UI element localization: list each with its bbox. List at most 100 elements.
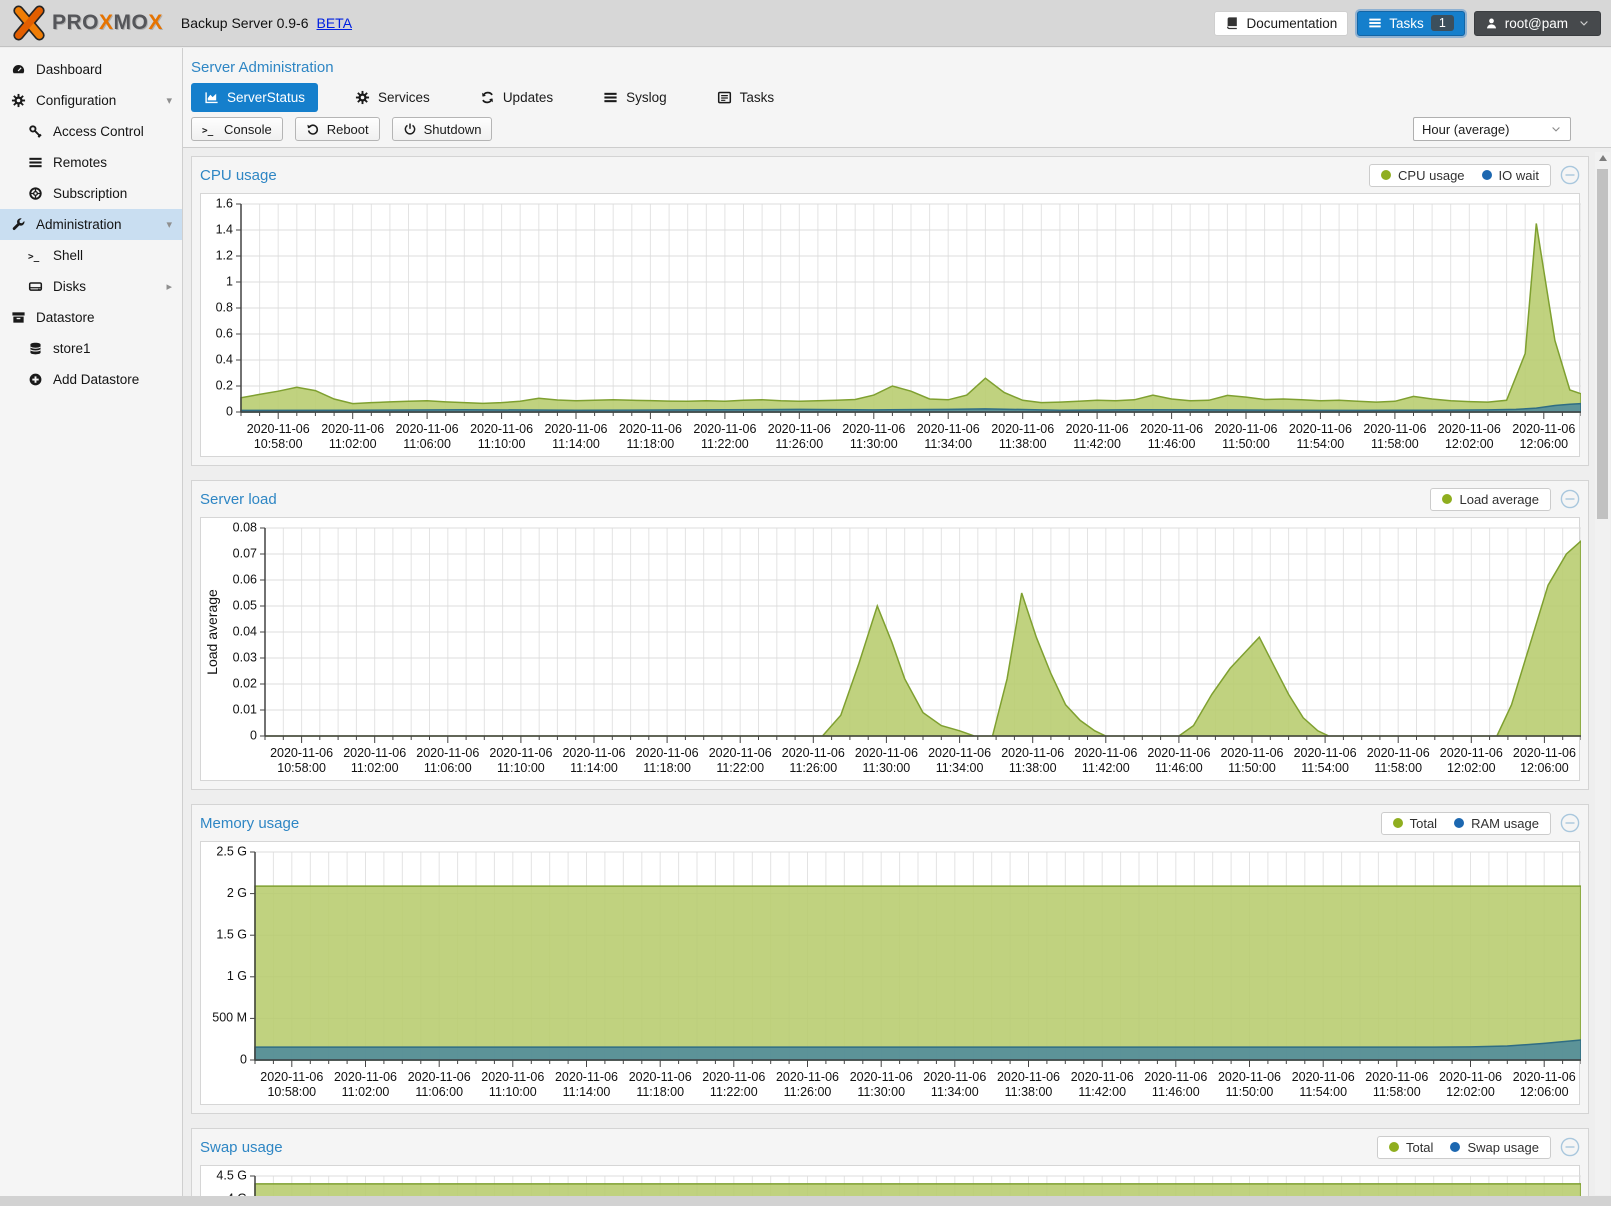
collapse-panel-icon[interactable] bbox=[1560, 813, 1580, 833]
sidebar-item-access-control[interactable]: Access Control bbox=[0, 116, 182, 147]
sidebar-item-label: Add Datastore bbox=[53, 372, 139, 387]
legend-dot-icon bbox=[1389, 1142, 1399, 1152]
svg-text:1.2: 1.2 bbox=[216, 248, 233, 262]
svg-text:2020-11-06: 2020-11-06 bbox=[1289, 422, 1352, 436]
chart-legend: Total RAM usage bbox=[1381, 812, 1551, 835]
svg-text:1: 1 bbox=[226, 274, 233, 288]
chart-legend: Total Swap usage bbox=[1377, 1136, 1551, 1159]
chevron-right-icon[interactable]: ▸ bbox=[166, 280, 172, 293]
tab-serverstatus[interactable]: ServerStatus bbox=[191, 83, 318, 112]
sidebar-item-disks[interactable]: Disks▸ bbox=[0, 271, 182, 302]
gauge-icon bbox=[10, 62, 27, 77]
svg-text:11:02:00: 11:02:00 bbox=[329, 437, 377, 451]
svg-text:11:06:00: 11:06:00 bbox=[424, 761, 472, 775]
svg-text:0.8: 0.8 bbox=[216, 300, 233, 314]
tasks-button[interactable]: Tasks 1 bbox=[1357, 11, 1464, 36]
svg-text:0.2: 0.2 bbox=[216, 378, 233, 392]
list-icon bbox=[27, 155, 44, 170]
collapse-panel-icon[interactable] bbox=[1560, 489, 1580, 509]
svg-text:11:42:00: 11:42:00 bbox=[1082, 761, 1130, 775]
proxmox-logo: PROXMOX bbox=[10, 5, 163, 41]
hdd-icon bbox=[27, 279, 44, 294]
legend-item-total[interactable]: Total bbox=[1393, 816, 1437, 831]
tab-updates[interactable]: Updates bbox=[467, 83, 566, 112]
app-window: PROXMOX Backup Server 0.9-6 BETA Documen… bbox=[0, 0, 1611, 1206]
svg-text:2.5 G: 2.5 G bbox=[216, 844, 247, 858]
documentation-button[interactable]: Documentation bbox=[1214, 11, 1348, 36]
time-range-select[interactable]: Hour (average) bbox=[1413, 117, 1571, 141]
tasks-count-badge: 1 bbox=[1431, 15, 1454, 31]
wrench-icon bbox=[10, 217, 27, 232]
svg-text:2020-11-06: 2020-11-06 bbox=[562, 746, 625, 760]
svg-text:11:50:00: 11:50:00 bbox=[1222, 437, 1270, 451]
legend-item-total[interactable]: Total bbox=[1389, 1140, 1433, 1155]
chevron-down-icon[interactable]: ▾ bbox=[166, 218, 172, 231]
svg-text:11:58:00: 11:58:00 bbox=[1373, 1085, 1421, 1099]
svg-text:10:58:00: 10:58:00 bbox=[254, 437, 303, 451]
vertical-scrollbar[interactable] bbox=[1595, 152, 1610, 1195]
svg-text:0: 0 bbox=[250, 728, 257, 742]
user-menu-button[interactable]: root@pam bbox=[1474, 11, 1601, 36]
collapse-panel-icon[interactable] bbox=[1560, 165, 1580, 185]
chart-panel-title: CPU usage bbox=[200, 167, 277, 184]
tab-label: Updates bbox=[503, 90, 553, 105]
sidebar-item-subscription[interactable]: Subscription bbox=[0, 178, 182, 209]
svg-text:11:38:00: 11:38:00 bbox=[1009, 761, 1057, 775]
svg-text:11:02:00: 11:02:00 bbox=[351, 761, 399, 775]
sidebar-item-datastore[interactable]: Datastore bbox=[0, 302, 182, 333]
legend-label: RAM usage bbox=[1471, 816, 1539, 831]
svg-text:2020-11-06: 2020-11-06 bbox=[776, 1070, 839, 1084]
legend-item-load-average[interactable]: Load average bbox=[1442, 492, 1539, 507]
svg-text:1.5 G: 1.5 G bbox=[216, 927, 247, 941]
svg-text:12:02:00: 12:02:00 bbox=[1445, 437, 1494, 451]
main-content: Server Administration ServerStatusServic… bbox=[183, 48, 1611, 1196]
sidebar-item-administration[interactable]: Administration▾ bbox=[0, 209, 182, 240]
scrollbar-thumb[interactable] bbox=[1597, 169, 1608, 519]
sidebar-item-dashboard[interactable]: Dashboard bbox=[0, 54, 182, 85]
chevron-down-icon bbox=[1550, 123, 1562, 135]
chevron-down-icon[interactable]: ▾ bbox=[166, 94, 172, 107]
legend-item-ram-usage[interactable]: RAM usage bbox=[1454, 816, 1539, 831]
svg-text:2020-11-06: 2020-11-06 bbox=[636, 746, 699, 760]
sidebar-item-configuration[interactable]: Configuration▾ bbox=[0, 85, 182, 116]
shutdown-button[interactable]: Shutdown bbox=[392, 117, 493, 141]
list-icon bbox=[603, 90, 618, 105]
svg-text:>_: >_ bbox=[28, 251, 40, 262]
proxmox-wordmark: PROXMOX bbox=[52, 11, 163, 35]
tasks-icon bbox=[717, 90, 732, 105]
svg-text:2020-11-06: 2020-11-06 bbox=[408, 1070, 471, 1084]
svg-text:2020-11-06: 2020-11-06 bbox=[768, 422, 831, 436]
legend-item-io-wait[interactable]: IO wait bbox=[1482, 168, 1539, 183]
tab-services[interactable]: Services bbox=[342, 83, 443, 112]
svg-text:0.08: 0.08 bbox=[233, 520, 257, 534]
sidebar-item-remotes[interactable]: Remotes bbox=[0, 147, 182, 178]
scroll-up-arrow-icon[interactable] bbox=[1595, 155, 1610, 167]
svg-text:11:22:00: 11:22:00 bbox=[716, 761, 764, 775]
key-icon bbox=[27, 124, 44, 139]
chart-panel-header: Memory usage TotalRAM usage bbox=[192, 805, 1588, 841]
collapse-panel-icon[interactable] bbox=[1560, 1137, 1580, 1157]
svg-text:11:22:00: 11:22:00 bbox=[710, 1085, 758, 1099]
reboot-button[interactable]: Reboot bbox=[295, 117, 380, 141]
database-icon bbox=[27, 341, 44, 356]
chart-icon bbox=[204, 90, 219, 105]
sidebar-item-store1[interactable]: store1 bbox=[0, 333, 182, 364]
beta-link[interactable]: BETA bbox=[317, 15, 353, 31]
tab-label: Services bbox=[378, 90, 430, 105]
sidebar-item-shell[interactable]: >_Shell bbox=[0, 240, 182, 271]
svg-text:11:06:00: 11:06:00 bbox=[403, 437, 451, 451]
svg-text:0.07: 0.07 bbox=[233, 546, 257, 560]
svg-text:2020-11-06: 2020-11-06 bbox=[1440, 746, 1503, 760]
tab-tasks[interactable]: Tasks bbox=[704, 83, 788, 112]
user-icon bbox=[1485, 17, 1498, 30]
svg-text:>_: >_ bbox=[202, 125, 214, 136]
svg-text:0.06: 0.06 bbox=[233, 572, 257, 586]
svg-text:11:46:00: 11:46:00 bbox=[1148, 437, 1196, 451]
legend-item-swap-usage[interactable]: Swap usage bbox=[1450, 1140, 1539, 1155]
legend-item-cpu-usage[interactable]: CPU usage bbox=[1381, 168, 1464, 183]
sidebar-item-add-datastore[interactable]: Add Datastore bbox=[0, 364, 182, 395]
svg-text:2020-11-06: 2020-11-06 bbox=[842, 422, 905, 436]
console-button[interactable]: >_Console bbox=[191, 117, 283, 141]
svg-text:2020-11-06: 2020-11-06 bbox=[1214, 422, 1277, 436]
tab-syslog[interactable]: Syslog bbox=[590, 83, 680, 112]
